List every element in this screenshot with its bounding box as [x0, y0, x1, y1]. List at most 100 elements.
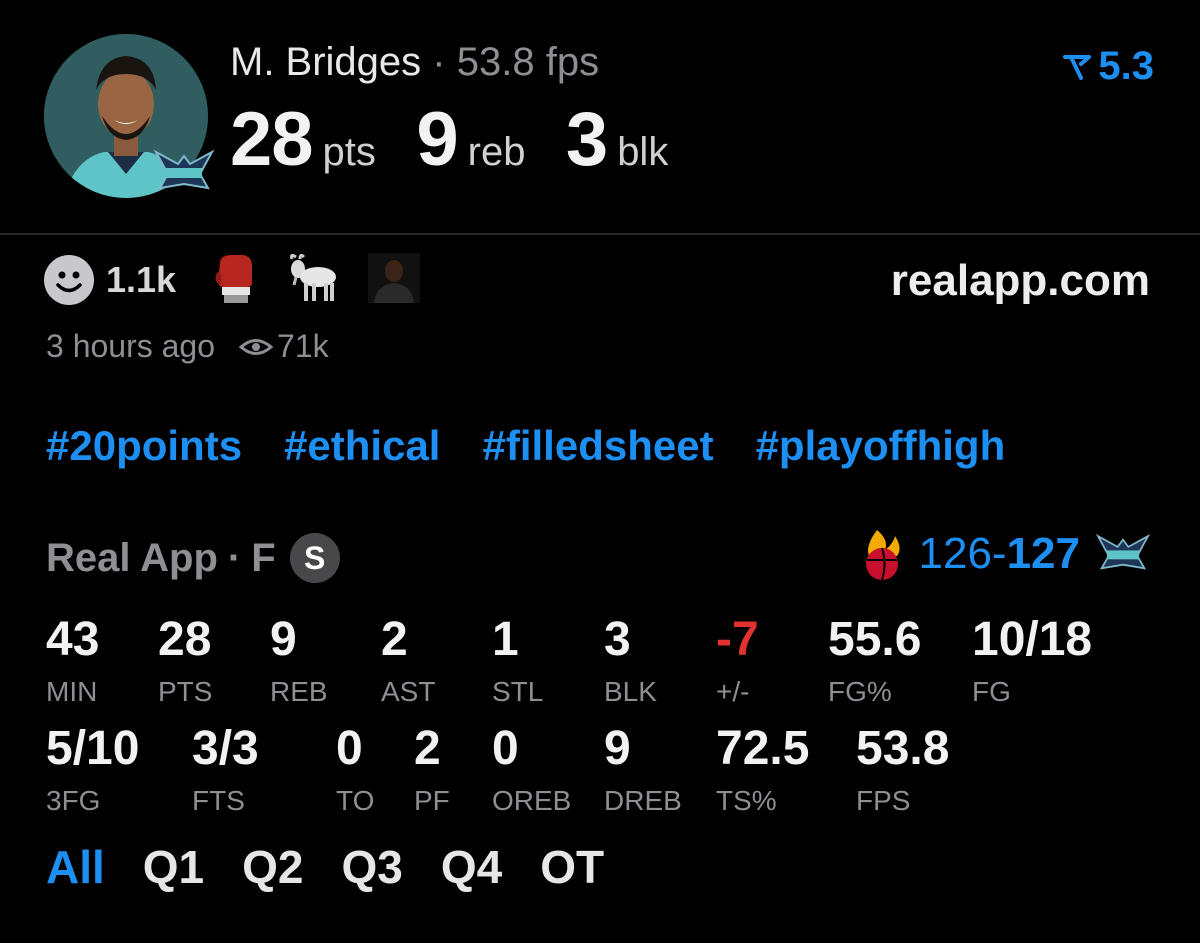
- player-line: M. Bridges · 53.8 fps: [230, 40, 599, 85]
- tab-q4[interactable]: Q4: [441, 840, 502, 894]
- home-score: 127: [1006, 529, 1080, 578]
- stat-min: 43 MIN: [46, 616, 99, 708]
- stat-value: 2: [414, 722, 441, 775]
- stat-label: REB: [270, 676, 328, 707]
- stat-pf: 2 PF: [414, 725, 450, 817]
- stat-to: 0 TO: [336, 725, 374, 817]
- stat-label: OREB: [492, 785, 572, 816]
- stat-oreb: 0 OREB: [492, 725, 571, 817]
- stat-label: PTS: [158, 676, 213, 707]
- stat-blk: 3 BLK: [604, 616, 657, 708]
- final-score[interactable]: 126-127: [859, 526, 1153, 582]
- stat-label: FG: [972, 676, 1011, 707]
- smiley-reaction-icon[interactable]: [44, 255, 94, 305]
- stat-value: 10/18: [972, 613, 1093, 666]
- stat-label: MIN: [46, 676, 98, 707]
- stat-value: 28: [158, 613, 212, 666]
- stat-value: 0: [336, 722, 363, 775]
- stat-label: TS%: [716, 785, 777, 816]
- hashtag[interactable]: #ethical: [284, 422, 440, 469]
- player-emoji-icon[interactable]: [368, 252, 421, 308]
- stat-value: 72.5: [716, 722, 810, 775]
- stat-value: 43: [46, 613, 100, 666]
- divider: [0, 233, 1200, 235]
- view-count: 71k: [277, 328, 329, 364]
- stat-value: 53.8: [856, 722, 950, 775]
- stat-fps: 53.8 FPS: [856, 725, 949, 817]
- tab-q2[interactable]: Q2: [242, 840, 303, 894]
- headline-blocks: 3: [565, 97, 608, 182]
- post-meta: 3 hours ago 71k: [46, 328, 329, 365]
- stat-value: 3/3: [192, 722, 259, 775]
- stat-label: +/-: [716, 676, 750, 707]
- boxing-glove-icon[interactable]: [212, 253, 256, 308]
- stat-label: PF: [414, 785, 450, 816]
- time-ago: 3 hours ago: [46, 328, 216, 364]
- score-dash: -: [991, 529, 1007, 578]
- stat-label: FG%: [828, 676, 892, 707]
- headline-points: 28: [230, 97, 314, 182]
- stat-value: 2: [381, 613, 408, 666]
- period-tabs: All Q1 Q2 Q3 Q4 OT: [46, 840, 604, 894]
- hashtag-list: #20points #ethical #filledsheet #playoffhig…: [46, 422, 1005, 470]
- stat-label: FPS: [856, 785, 911, 816]
- stat-reb: 9 REB: [270, 616, 328, 708]
- stat-fg-pct: 55.6 FG%: [828, 616, 921, 708]
- source-name[interactable]: Real App: [46, 536, 218, 581]
- headline-rebounds-unit: reb: [467, 130, 526, 174]
- away-score: 126: [918, 529, 992, 578]
- fps-text: 53.8 fps: [456, 40, 600, 84]
- s-badge[interactable]: S: [289, 533, 340, 583]
- stat-label: STL: [492, 676, 544, 707]
- eye-icon: [239, 336, 274, 358]
- separator: ·: [227, 535, 242, 580]
- tab-q3[interactable]: Q3: [342, 840, 403, 894]
- game-source-line: Real App · F S: [46, 533, 340, 583]
- rating-badge[interactable]: 5.3: [1062, 44, 1154, 89]
- stat-label: BLK: [604, 676, 657, 707]
- stat-value: 3: [604, 613, 631, 666]
- tab-ot[interactable]: OT: [540, 840, 604, 894]
- headline-rebounds: 9: [416, 97, 458, 182]
- heat-logo-icon: [859, 526, 905, 582]
- stat-3fg: 5/10 3FG: [46, 725, 139, 817]
- stat-fts: 3/3 FTS: [192, 725, 259, 817]
- headline-points-unit: pts: [322, 130, 376, 174]
- hornets-logo-icon: [1094, 529, 1152, 579]
- rating-value: 5.3: [1098, 44, 1154, 88]
- goat-icon[interactable]: [286, 253, 340, 308]
- player-name[interactable]: M. Bridges: [230, 40, 421, 84]
- stat-stl: 1 STL: [492, 616, 543, 708]
- stat-label: AST: [381, 676, 436, 707]
- stat-ast: 2 AST: [381, 616, 435, 708]
- stat-value: 5/10: [46, 722, 140, 775]
- site-link[interactable]: realapp.com: [891, 256, 1150, 306]
- stat-dreb: 9 DREB: [604, 725, 682, 817]
- stat-value: -7: [716, 613, 759, 666]
- headline-stats: 28 pts 9 reb 3 blk: [230, 96, 704, 183]
- stat-label: 3FG: [46, 785, 101, 816]
- stat-label: TO: [336, 785, 375, 816]
- stat-value: 0: [492, 722, 519, 775]
- hornets-logo-icon: [152, 144, 216, 205]
- tab-q1[interactable]: Q1: [143, 840, 204, 894]
- reaction-count: 1.1k: [106, 259, 177, 300]
- game-status: F: [251, 535, 276, 580]
- stat-label: DREB: [604, 785, 682, 816]
- stat-value: 1: [492, 613, 519, 666]
- stat-label: FTS: [192, 785, 245, 816]
- real-logo-icon: [1063, 54, 1092, 80]
- stat-pts: 28 PTS: [158, 616, 212, 708]
- stat-value: 9: [604, 722, 631, 775]
- stat-fg: 10/18 FG: [972, 616, 1092, 708]
- hashtag[interactable]: #20points: [46, 422, 242, 469]
- hashtag[interactable]: #filledsheet: [482, 422, 713, 469]
- tab-all[interactable]: All: [46, 840, 105, 894]
- stat-value: 9: [270, 613, 297, 666]
- stat-value: 55.6: [828, 613, 922, 666]
- separator: ·: [432, 40, 446, 84]
- reaction-bar: 1.1k: [44, 252, 421, 308]
- stat-plus-minus: -7 +/-: [716, 616, 759, 708]
- stat-ts-pct: 72.5 TS%: [716, 725, 809, 817]
- hashtag[interactable]: #playoffhigh: [756, 422, 1006, 469]
